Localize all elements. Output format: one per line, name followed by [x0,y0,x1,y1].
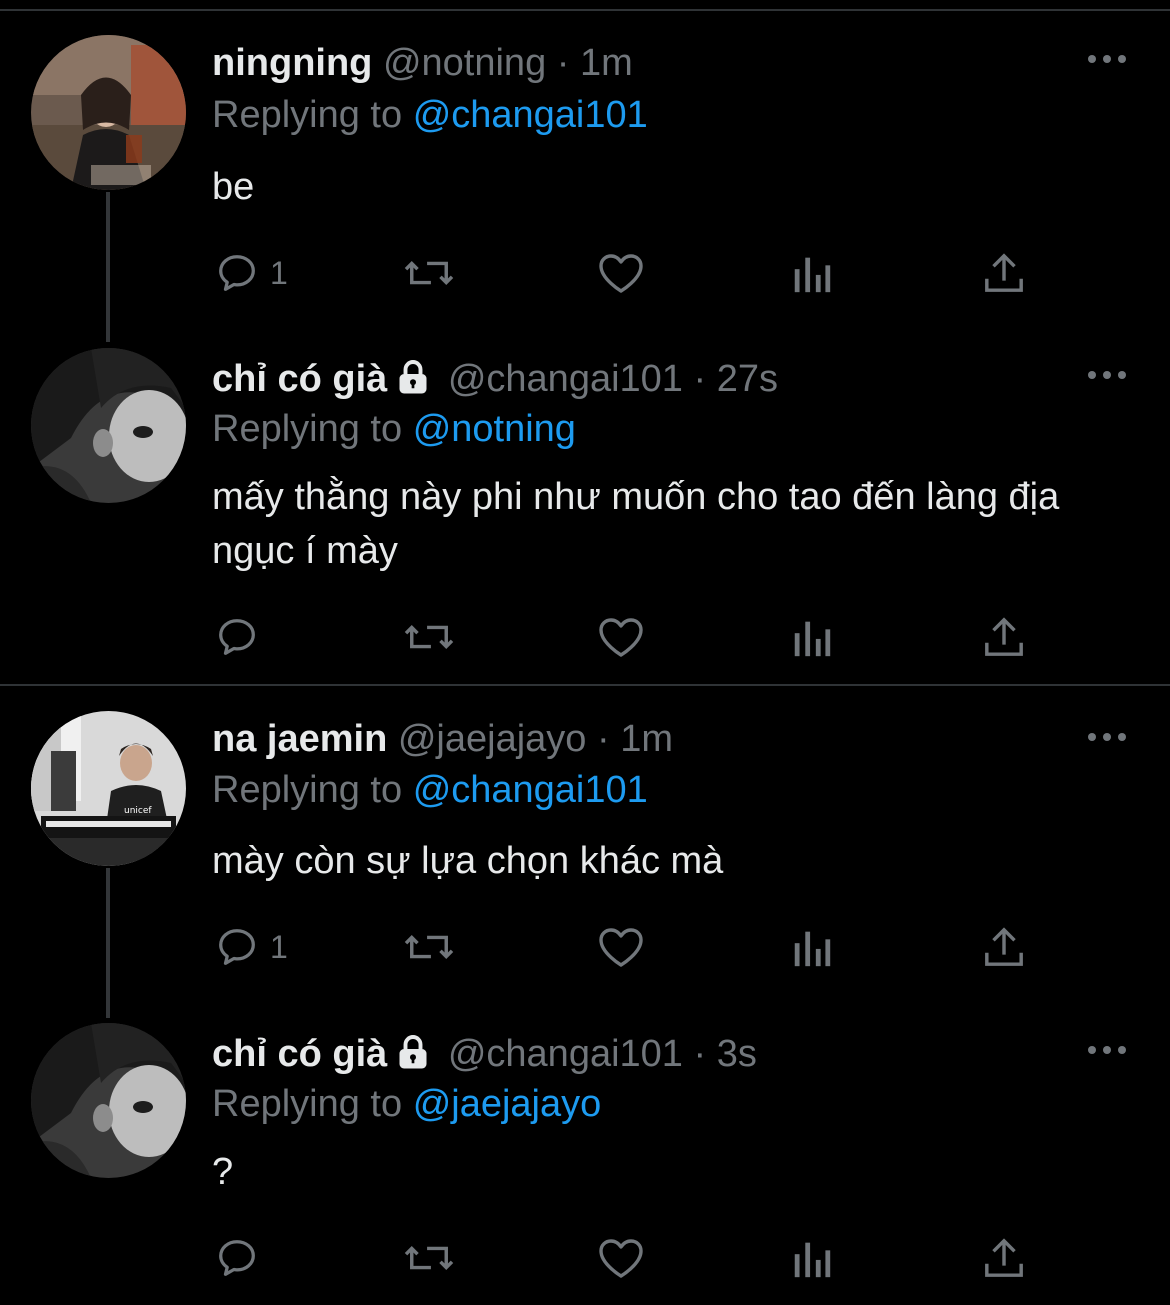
reply-button[interactable] [214,612,270,662]
tweet[interactable]: chỉ có già @changai101 · 27s Replying to… [0,320,1170,684]
like-button[interactable] [597,248,645,298]
replying-to: Replying to @changai101 [212,767,648,813]
avatar[interactable] [31,35,186,190]
share-icon [983,250,1025,296]
replying-to: Replying to @notning [212,406,576,452]
user-handle[interactable]: @jaejajayo [398,718,587,760]
more-options-icon[interactable] [1087,368,1127,382]
share-icon [983,614,1025,660]
analytics-button[interactable] [792,1233,832,1283]
tweet-header: chỉ có già @changai101 · 3s [212,1031,757,1081]
retweet-button[interactable] [402,1233,456,1283]
display-name[interactable]: chỉ có già [212,358,387,400]
like-button[interactable] [597,922,645,972]
analytics-icon [792,924,832,970]
retweet-icon [402,1235,456,1281]
share-icon [983,924,1025,970]
timestamp[interactable]: 1m [620,718,673,760]
retweet-button[interactable] [402,922,456,972]
retweet-button[interactable] [402,612,456,662]
tweet-actions: 1 [0,922,1170,982]
share-icon [983,1235,1025,1281]
reply-button[interactable] [214,1233,270,1283]
user-handle[interactable]: @changai101 [448,1033,683,1075]
user-handle[interactable]: @changai101 [448,358,683,400]
retweet-button[interactable] [402,248,456,298]
share-button[interactable] [983,922,1025,972]
reply-count: 1 [270,254,288,291]
reply-icon [214,614,260,660]
retweet-icon [402,924,456,970]
display-name[interactable]: ningning [212,42,372,84]
reply-icon [214,250,260,296]
replying-to: Replying to @changai101 [212,92,648,138]
more-options-icon[interactable] [1087,730,1127,744]
tweet-header: ningning @notning · 1m [212,40,633,86]
timestamp[interactable]: 27s [717,358,778,400]
analytics-icon [792,1235,832,1281]
retweet-icon [402,250,456,296]
tweet-actions: 1 [0,248,1170,308]
display-name[interactable]: chỉ có già [212,1033,387,1075]
separator-dot: · [597,718,610,760]
timestamp[interactable]: 1m [580,42,633,84]
analytics-icon [792,614,832,660]
separator-dot: · [556,42,570,84]
user-handle[interactable]: @notning [383,42,546,84]
replying-label: Replying to [212,94,403,136]
mention-link[interactable]: @changai101 [413,769,648,811]
heart-icon [597,250,645,296]
analytics-icon [792,250,832,296]
reply-count: 1 [270,928,288,965]
reply-icon [214,924,260,970]
retweet-icon [402,614,456,660]
share-button[interactable] [983,612,1025,662]
like-button[interactable] [597,1233,645,1283]
tweet[interactable]: unicef na jaemin @jaejajayo · 1m Replyin… [0,686,1170,1016]
avatar[interactable] [31,1023,186,1178]
like-button[interactable] [597,612,645,662]
replying-label: Replying to [212,408,403,450]
more-options-icon[interactable] [1087,1043,1127,1057]
reply-button[interactable]: 1 [214,922,288,972]
tweet-text: be [212,166,255,208]
tweet-header: na jaemin @jaejajayo · 1m [212,716,673,762]
tweet-header: chỉ có già @changai101 · 27s [212,356,778,406]
tweet-actions [0,1233,1170,1293]
timestamp[interactable]: 3s [717,1033,757,1075]
heart-icon [597,924,645,970]
analytics-button[interactable] [792,248,832,298]
tweet-text: mấy thằng này phi như muốn cho tao đến l… [212,476,1060,572]
avatar[interactable] [31,348,186,503]
heart-icon [597,614,645,660]
tweet-text: mày còn sự lựa chọn khác mà [212,840,724,882]
tweet[interactable]: ningning @notning · 1m Replying to @chan… [0,0,1170,340]
lock-icon [395,359,431,406]
replying-label: Replying to [212,769,403,811]
share-button[interactable] [983,248,1025,298]
separator-dot: · [693,1033,707,1075]
avatar[interactable]: unicef [31,711,186,866]
display-name[interactable]: na jaemin [212,718,387,760]
replying-to: Replying to @jaejajayo [212,1081,601,1127]
reply-icon [214,1235,260,1281]
tweet-actions [0,612,1170,672]
analytics-button[interactable] [792,922,832,972]
tweet-text: ? [212,1151,234,1193]
shirt-logo-text: unicef [124,806,152,816]
tweet[interactable]: chỉ có già @changai101 · 3s Replying to … [0,995,1170,1305]
share-button[interactable] [983,1233,1025,1283]
mention-link[interactable]: @notning [413,408,576,450]
more-options-icon[interactable] [1087,52,1127,66]
replying-label: Replying to [212,1083,403,1125]
lock-icon [395,1034,431,1081]
mention-link[interactable]: @jaejajayo [413,1083,602,1125]
analytics-button[interactable] [792,612,832,662]
heart-icon [597,1235,645,1281]
mention-link[interactable]: @changai101 [413,94,648,136]
separator-dot: · [693,358,707,400]
reply-button[interactable]: 1 [214,248,288,298]
